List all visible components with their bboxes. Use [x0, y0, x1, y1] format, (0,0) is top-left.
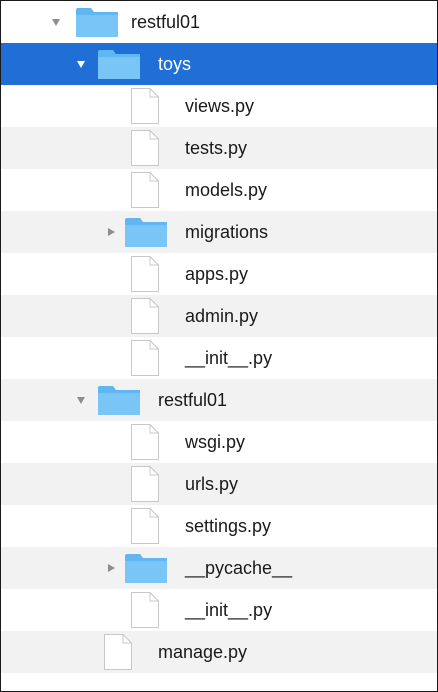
- folder-icon: [125, 554, 167, 583]
- tree-row-restful01[interactable]: restful01: [1, 379, 437, 421]
- tree-row-restful01-init-py[interactable]: __init__.py: [1, 589, 437, 631]
- disclosure-expanded-icon[interactable]: [49, 1, 63, 43]
- file-label: apps.py: [185, 264, 249, 284]
- file-icon: [131, 88, 159, 124]
- file-label: tests.py: [185, 138, 248, 158]
- disclosure-expanded-icon[interactable]: [74, 43, 88, 85]
- file-label: __init__.py: [185, 600, 273, 620]
- folder-icon: [125, 218, 167, 247]
- tree-row-apps-py[interactable]: apps.py: [1, 253, 437, 295]
- file-icon: [131, 424, 159, 460]
- tree-row-migrations[interactable]: migrations: [1, 211, 437, 253]
- tree-row-models-py[interactable]: models.py: [1, 169, 437, 211]
- tree-row-views-py[interactable]: views.py: [1, 85, 437, 127]
- file-icon: [131, 340, 159, 376]
- file-tree: restful01 toys views.py tests.py models.…: [0, 0, 438, 692]
- disclosure-collapsed-icon[interactable]: [104, 211, 118, 253]
- tree-row-pycache[interactable]: __pycache__: [1, 547, 437, 589]
- folder-label: migrations: [185, 222, 269, 242]
- file-icon: [131, 130, 159, 166]
- file-label: wsgi.py: [185, 432, 246, 452]
- disclosure-collapsed-icon[interactable]: [104, 547, 118, 589]
- folder-label: __pycache__: [185, 558, 293, 578]
- tree-row-admin-py[interactable]: admin.py: [1, 295, 437, 337]
- folder-icon: [76, 8, 118, 37]
- file-icon: [131, 256, 159, 292]
- file-icon: [131, 172, 159, 208]
- tree-row-tests-py[interactable]: tests.py: [1, 127, 437, 169]
- file-label: urls.py: [185, 474, 239, 494]
- file-icon: [131, 466, 159, 502]
- file-label: views.py: [185, 96, 255, 116]
- file-label: manage.py: [158, 642, 248, 662]
- disclosure-expanded-icon[interactable]: [74, 379, 88, 421]
- file-icon: [131, 508, 159, 544]
- tree-row-settings-py[interactable]: settings.py: [1, 505, 437, 547]
- tree-row-toys-init-py[interactable]: __init__.py: [1, 337, 437, 379]
- tree-row-urls-py[interactable]: urls.py: [1, 463, 437, 505]
- folder-icon: [98, 50, 140, 79]
- folder-label: restful01: [131, 12, 201, 32]
- file-icon: [104, 634, 132, 670]
- file-label: models.py: [185, 180, 268, 200]
- file-icon: [131, 298, 159, 334]
- folder-label: restful01: [158, 390, 228, 410]
- folder-label: toys: [158, 54, 192, 74]
- tree-row-wsgi-py[interactable]: wsgi.py: [1, 421, 437, 463]
- file-label: admin.py: [185, 306, 259, 326]
- tree-row-toys[interactable]: toys: [1, 43, 437, 85]
- tree-row-root-restful01[interactable]: restful01: [1, 1, 437, 43]
- folder-icon: [98, 386, 140, 415]
- file-icon: [131, 592, 159, 628]
- tree-row-manage-py[interactable]: manage.py: [1, 631, 437, 673]
- file-label: __init__.py: [185, 348, 273, 368]
- file-label: settings.py: [185, 516, 272, 536]
